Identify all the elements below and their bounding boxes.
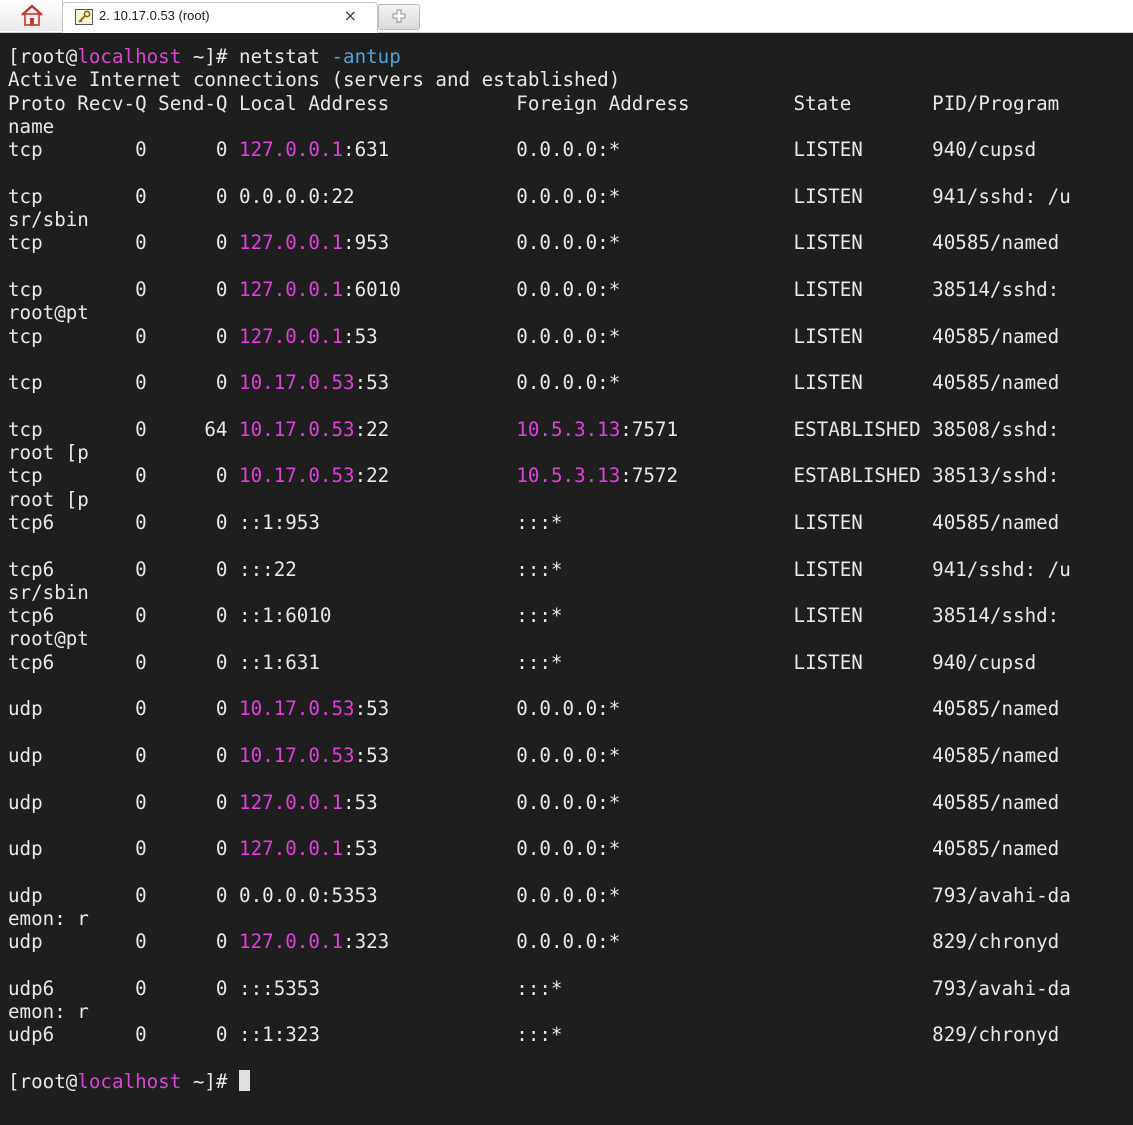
prompt-line[interactable]: [root@localhost ~]# bbox=[8, 1070, 1071, 1093]
output-line: tcp6 0 0 :::22 :::* LISTEN 941/sshd: /u bbox=[8, 557, 1071, 581]
ip-address: 10.17.0.53 bbox=[239, 417, 355, 441]
output-line: udp 0 0 127.0.0.1:53 0.0.0.0:* 40585/nam… bbox=[8, 837, 1060, 861]
ip-address: 127.0.0.1 bbox=[239, 138, 344, 162]
ip-address: 127.0.0.1 bbox=[239, 930, 344, 954]
prompt-open: [root@ bbox=[8, 1070, 78, 1094]
home-icon[interactable] bbox=[20, 4, 44, 26]
output-line: sr/sbin bbox=[8, 580, 89, 604]
ip-address: 10.5.3.13 bbox=[516, 417, 621, 441]
ip-address: 127.0.0.1 bbox=[239, 277, 344, 301]
output-line: tcp 0 0 127.0.0.1:6010 0.0.0.0:* LISTEN … bbox=[8, 277, 1060, 301]
command-line: [root@localhost ~]# netstat -antup bbox=[8, 45, 1071, 68]
ip-address: 10.17.0.53 bbox=[239, 743, 355, 767]
prompt-close: ~]# bbox=[181, 45, 240, 68]
text-cursor bbox=[239, 1070, 251, 1092]
ip-address: 127.0.0.1 bbox=[239, 324, 344, 348]
command-option: -antup bbox=[331, 45, 401, 68]
output-lines: Active Internet connections (servers and… bbox=[8, 68, 1071, 1070]
output-line: Active Internet connections (servers and… bbox=[8, 68, 621, 92]
output-line: tcp 0 0 127.0.0.1:953 0.0.0.0:* LISTEN 4… bbox=[8, 231, 1060, 255]
command-name: netstat bbox=[239, 45, 332, 68]
output-line: udp 0 0 10.17.0.53:53 0.0.0.0:* 40585/na… bbox=[8, 743, 1060, 767]
output-line: root [p bbox=[8, 487, 89, 511]
prompt-host: localhost bbox=[77, 1070, 182, 1094]
terminal-window[interactable]: [root@localhost ~]# netstat -antup Active… bbox=[0, 33, 1133, 1125]
output-line: root [p bbox=[8, 441, 89, 465]
tab-session[interactable]: 2. 10.17.0.53 (root) × bbox=[62, 2, 378, 33]
output-line: tcp 0 0 10.17.0.53:22 10.5.3.13:7572 EST… bbox=[8, 464, 1060, 488]
output-line: tcp 0 64 10.17.0.53:22 10.5.3.13:7571 ES… bbox=[8, 417, 1060, 441]
terminal-output: [root@localhost ~]# netstat -antup Active… bbox=[8, 45, 1071, 1093]
output-line: udp 0 0 127.0.0.1:323 0.0.0.0:* 829/chro… bbox=[8, 930, 1060, 954]
ip-address: 10.17.0.53 bbox=[239, 697, 355, 721]
output-line: root@pt bbox=[8, 627, 89, 651]
output-line: tcp6 0 0 ::1:6010 :::* LISTEN 38514/sshd… bbox=[8, 604, 1060, 628]
ip-address: 127.0.0.1 bbox=[239, 837, 344, 861]
output-line: udp 0 0 10.17.0.53:53 0.0.0.0:* 40585/na… bbox=[8, 697, 1060, 721]
prompt-close: ~]# bbox=[181, 1070, 240, 1094]
new-tab-icon bbox=[392, 9, 406, 23]
ip-address: 127.0.0.1 bbox=[239, 790, 344, 814]
ip-address: 10.17.0.53 bbox=[239, 464, 355, 488]
tab-title: 2. 10.17.0.53 (root) bbox=[99, 8, 210, 23]
output-line: tcp 0 0 0.0.0.0:22 0.0.0.0:* LISTEN 941/… bbox=[8, 184, 1071, 208]
output-line: emon: r bbox=[8, 1000, 89, 1024]
output-line: tcp 0 0 10.17.0.53:53 0.0.0.0:* LISTEN 4… bbox=[8, 371, 1060, 395]
ip-address: 127.0.0.1 bbox=[239, 231, 344, 255]
prompt-open: [root@ bbox=[8, 45, 78, 68]
home-tab[interactable] bbox=[0, 0, 63, 31]
output-line: emon: r bbox=[8, 906, 89, 930]
output-line: udp 0 0 127.0.0.1:53 0.0.0.0:* 40585/nam… bbox=[8, 790, 1060, 814]
output-line: Proto Recv-Q Send-Q Local Address Foreig… bbox=[8, 91, 1060, 115]
output-line: udp6 0 0 :::5353 :::* 793/avahi-da bbox=[8, 976, 1071, 1000]
output-line: name bbox=[8, 114, 55, 138]
output-line: tcp6 0 0 ::1:953 :::* LISTEN 40585/named bbox=[8, 510, 1060, 534]
output-line: root@pt bbox=[8, 301, 89, 325]
output-line: udp 0 0 0.0.0.0:5353 0.0.0.0:* 793/avahi… bbox=[8, 883, 1071, 907]
output-line: tcp 0 0 127.0.0.1:53 0.0.0.0:* LISTEN 40… bbox=[8, 324, 1060, 348]
output-line: tcp6 0 0 ::1:631 :::* LISTEN 940/cupsd bbox=[8, 650, 1037, 674]
output-line: tcp 0 0 127.0.0.1:631 0.0.0.0:* LISTEN 9… bbox=[8, 138, 1037, 162]
close-icon[interactable]: × bbox=[344, 6, 357, 25]
new-tab-button[interactable] bbox=[378, 4, 420, 30]
prompt-host: localhost bbox=[77, 45, 182, 68]
output-line: udp6 0 0 ::1:323 :::* 829/chronyd bbox=[8, 1023, 1060, 1047]
output-line: sr/sbin bbox=[8, 208, 89, 232]
tab-bar: 2. 10.17.0.53 (root) × bbox=[0, 0, 1133, 33]
ip-address: 10.5.3.13 bbox=[516, 464, 621, 488]
ip-address: 10.17.0.53 bbox=[239, 371, 355, 395]
key-icon bbox=[75, 9, 93, 25]
